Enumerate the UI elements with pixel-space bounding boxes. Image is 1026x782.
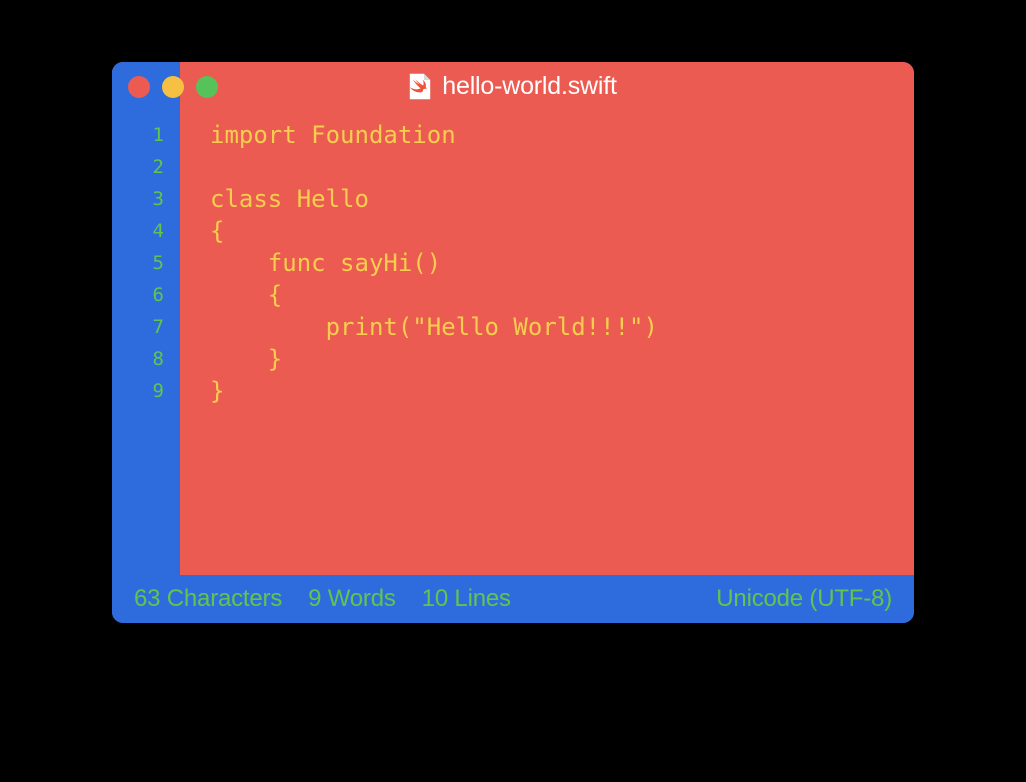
line-number: 3 — [152, 188, 164, 210]
line-number: 7 — [152, 316, 164, 338]
status-bar-left-group: 63 Characters 9 Words 10 Lines — [134, 587, 511, 611]
editor-body: 1 2 3 4 5 6 7 8 9 import Foundation clas… — [112, 111, 914, 575]
window-title-group: hello-world.swift — [112, 62, 914, 111]
code-line: { — [210, 281, 283, 309]
line-number-gutter: 1 2 3 4 5 6 7 8 9 — [112, 111, 180, 575]
editor-window: hello-world.swift 1 2 3 4 5 6 7 8 9 impo… — [112, 62, 914, 623]
line-number: 8 — [152, 348, 164, 370]
code-text-area[interactable]: import Foundation class Hello { func say… — [180, 111, 914, 575]
zoom-window-button[interactable] — [196, 75, 218, 98]
window-title-text: hello-world.swift — [442, 72, 617, 100]
character-count-label: 63 Characters — [134, 585, 283, 612]
desktop-background: hello-world.swift 1 2 3 4 5 6 7 8 9 impo… — [0, 0, 1026, 782]
status-bar-right-group: Unicode (UTF-8) — [716, 587, 892, 611]
minimize-window-button[interactable] — [162, 75, 184, 98]
line-count-label: 10 Lines — [421, 585, 511, 612]
line-number: 2 — [152, 156, 164, 178]
line-number: 1 — [152, 124, 164, 146]
close-window-button[interactable] — [128, 75, 150, 98]
traffic-light-controls — [128, 62, 218, 111]
status-bar: 63 Characters 9 Words 10 Lines Unicode (… — [112, 575, 914, 623]
line-number: 5 — [152, 252, 164, 274]
code-line: print("Hello World!!!") — [210, 313, 658, 341]
code-line: } — [210, 345, 283, 373]
line-number: 4 — [152, 220, 164, 242]
window-titlebar: hello-world.swift — [112, 62, 914, 111]
code-line: import Foundation — [210, 121, 456, 149]
encoding-label[interactable]: Unicode (UTF-8) — [716, 585, 892, 612]
swift-file-icon — [410, 73, 431, 100]
code-line: } — [210, 377, 225, 405]
code-line: class Hello — [210, 185, 369, 213]
code-line: { — [210, 217, 225, 245]
line-number: 9 — [152, 380, 164, 402]
code-line: func sayHi() — [210, 249, 442, 277]
line-number: 6 — [152, 284, 164, 306]
word-count-label: 9 Words — [308, 585, 396, 612]
